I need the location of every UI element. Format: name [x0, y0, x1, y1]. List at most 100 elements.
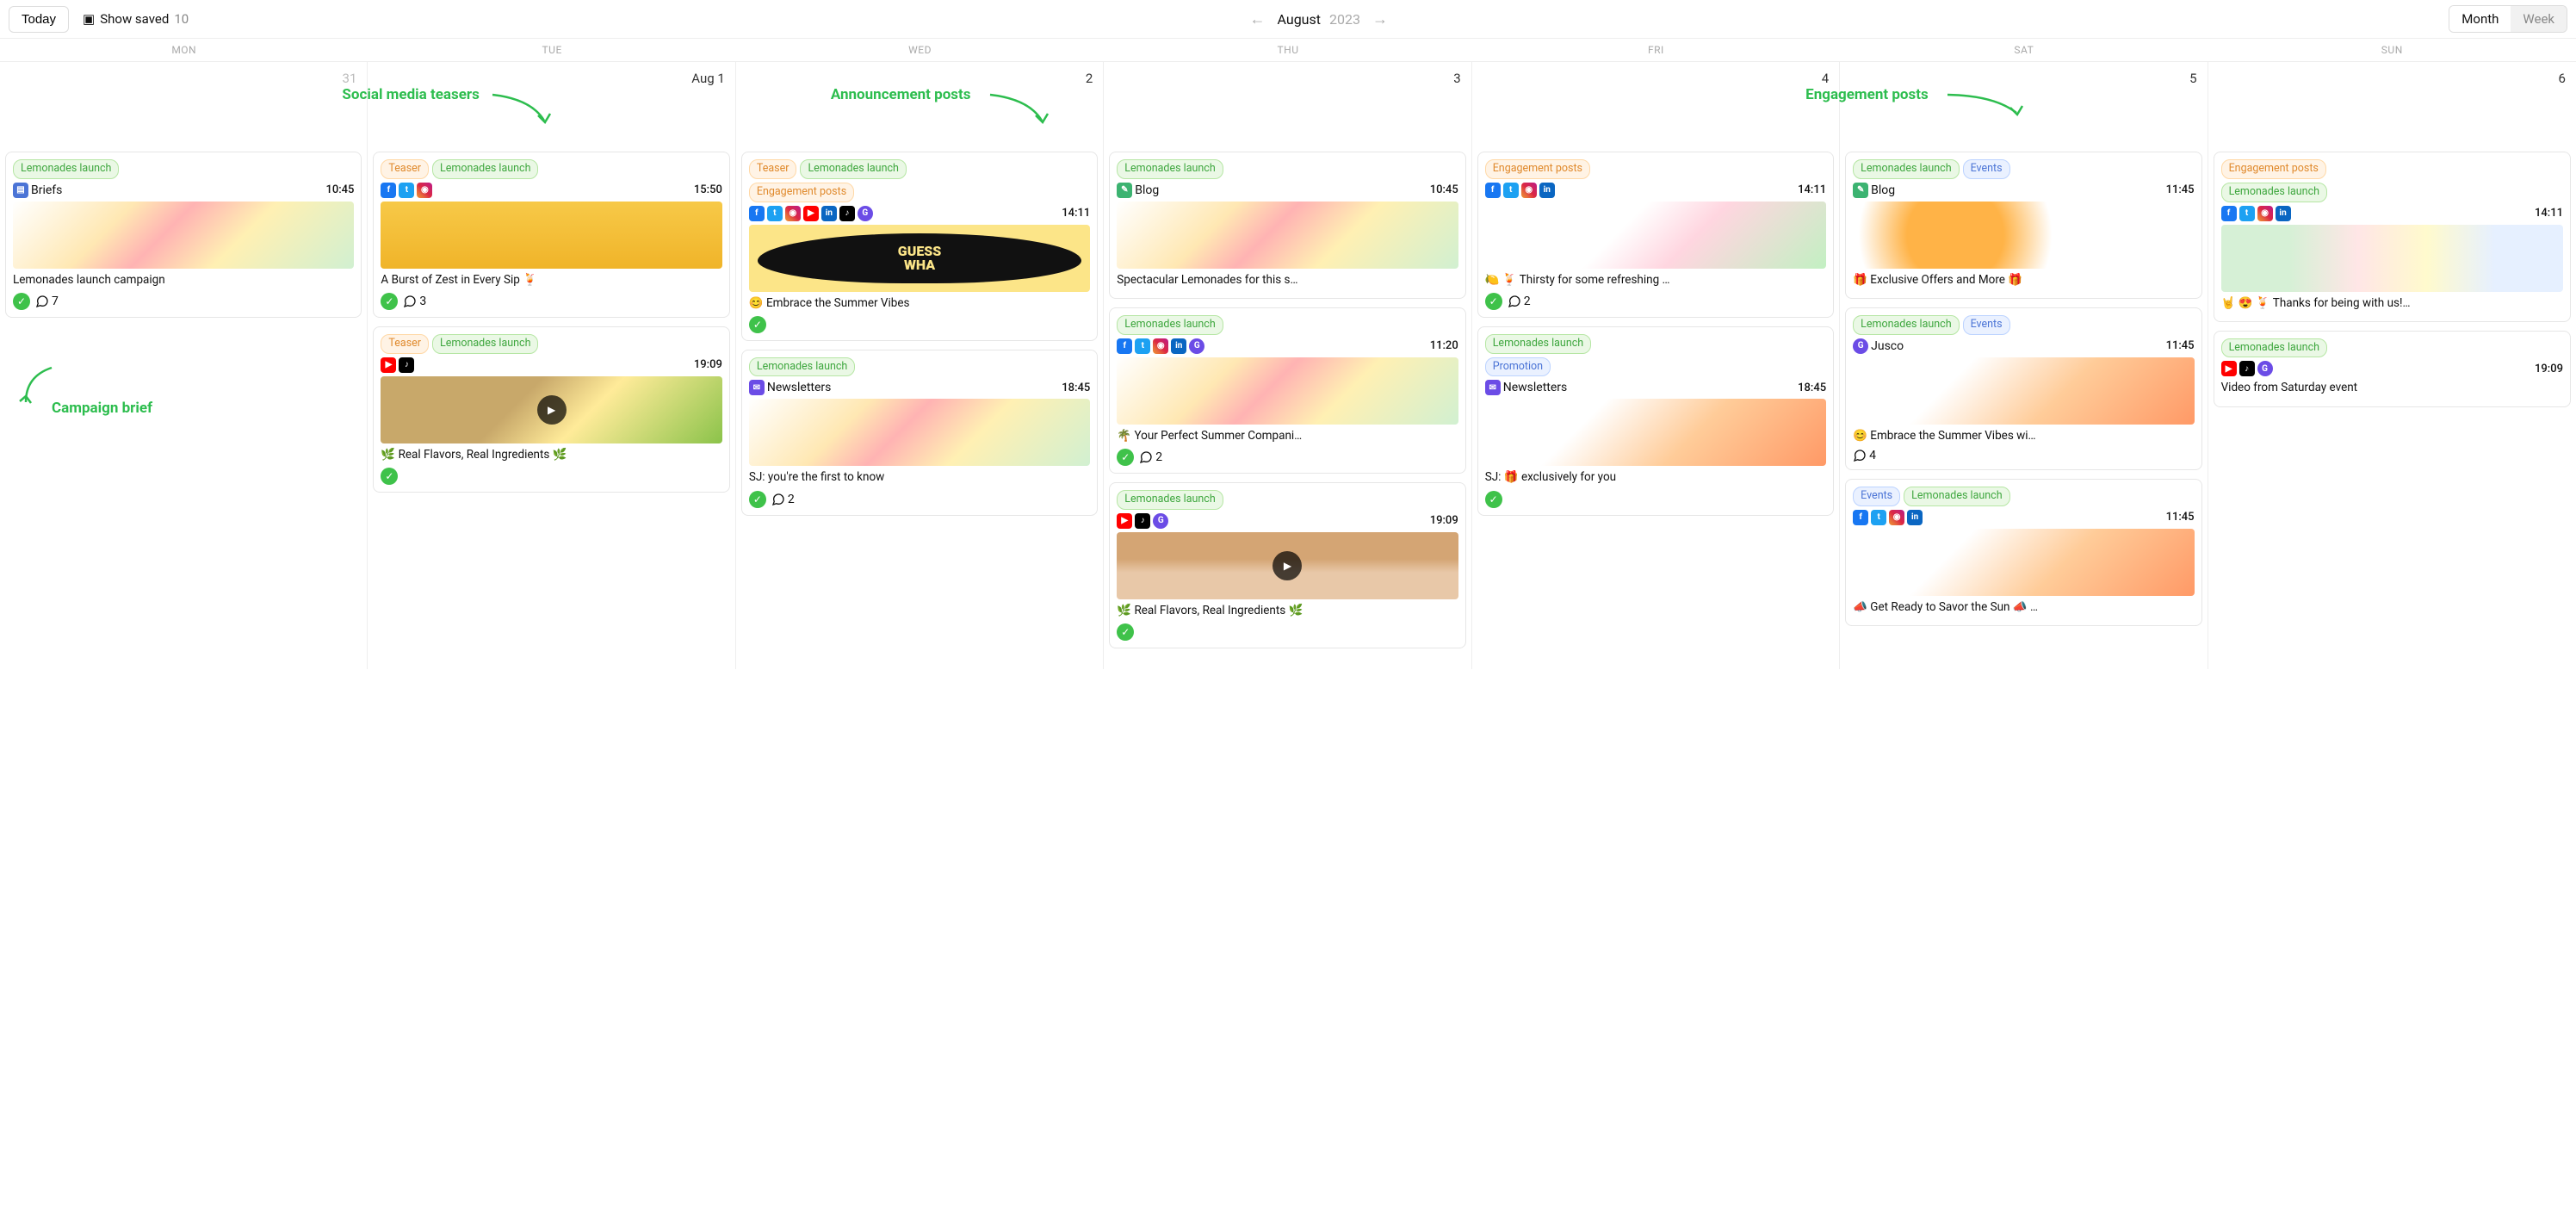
post-time: 14:11 — [2535, 207, 2563, 220]
facebook-icon: f — [1853, 510, 1868, 525]
planable-icon: G — [2257, 361, 2273, 376]
newsletter-icon: ✉ — [749, 380, 765, 395]
briefs-icon: ▤ — [13, 183, 28, 198]
weekday-mon: MON — [0, 39, 368, 61]
facebook-icon: f — [749, 206, 765, 221]
post-card[interactable]: Engagement posts f t ◉ in 14:11 🍋 🍹 Thir… — [1477, 152, 1834, 318]
post-time: 18:45 — [1798, 381, 1826, 394]
weekday-sun: SUN — [2208, 39, 2576, 61]
post-card[interactable]: Lemonades launch ▤Briefs 10:45 Lemonades… — [5, 152, 362, 318]
tag-campaign: Lemonades launch — [1853, 315, 1959, 335]
post-card[interactable]: Teaser Lemonades launch ▶ ♪ 19:09 ▶ 🌿 Re… — [373, 326, 729, 493]
status-check-icon: ✓ — [749, 491, 766, 508]
tag-teaser: Teaser — [381, 334, 429, 354]
tag-events: Events — [1853, 487, 1900, 506]
post-thumbnail — [381, 202, 721, 269]
comments-count[interactable]: 7 — [35, 295, 59, 308]
twitter-icon: t — [1871, 510, 1886, 525]
youtube-icon: ▶ — [1117, 513, 1132, 529]
day-col-aug1: Aug 1 Social media teasers Teaser Lemona… — [368, 62, 735, 669]
status-check-icon: ✓ — [1117, 449, 1134, 466]
tiktok-icon: ♪ — [2239, 361, 2255, 376]
comments-count[interactable]: 2 — [1139, 450, 1162, 464]
year-label: 2023 — [1329, 11, 1360, 28]
show-saved-label: Show saved — [100, 11, 169, 27]
post-card[interactable]: Teaser Lemonades launch f t ◉ 15:50 A Bu… — [373, 152, 729, 318]
comments-count[interactable]: 2 — [771, 493, 795, 506]
post-card[interactable]: Lemonades launch f t ◉ in G 11:20 🌴 Your… — [1109, 307, 1465, 474]
post-thumbnail — [1485, 202, 1826, 269]
tag-campaign: Lemonades launch — [749, 357, 855, 377]
view-week-tab[interactable]: Week — [2511, 6, 2567, 32]
post-time: 10:45 — [325, 183, 354, 196]
topbar: Today ▣ Show saved 10 ← August 2023 → Mo… — [0, 0, 2576, 38]
post-title: 🤘 😍 🍹 Thanks for being with us!… — [2221, 295, 2563, 311]
post-thumbnail — [1485, 399, 1826, 466]
twitter-icon: t — [399, 183, 414, 198]
post-title: 🎁 Exclusive Offers and More 🎁 — [1853, 272, 2194, 288]
blog-icon: ✎ — [1117, 183, 1132, 198]
post-title: 🌿 Real Flavors, Real Ingredients 🌿 — [381, 447, 721, 462]
today-button[interactable]: Today — [9, 6, 69, 33]
planable-icon: G — [1153, 513, 1168, 529]
post-card[interactable]: Lemonades launch Events ✎Blog 11:45 🎁 Ex… — [1845, 152, 2201, 299]
weekday-wed: WED — [736, 39, 1104, 61]
tag-campaign: Lemonades launch — [432, 334, 538, 354]
post-card[interactable]: Lemonades launch Events GJusco 11:45 😊 E… — [1845, 307, 2201, 470]
play-icon: ▶ — [537, 395, 567, 425]
post-card[interactable]: Teaser Lemonades launch Engagement posts… — [741, 152, 1098, 341]
tag-engagement: Engagement posts — [2221, 159, 2326, 179]
comments-count[interactable]: 3 — [403, 295, 426, 308]
post-card[interactable]: Lemonades launch ✉Newsletters 18:45 SJ: … — [741, 350, 1098, 516]
next-month-arrow[interactable]: → — [1369, 10, 1391, 28]
post-card[interactable]: Lemonades launch ✎Blog 10:45 Spectacular… — [1109, 152, 1465, 299]
facebook-icon: f — [2221, 206, 2237, 221]
post-thumbnail — [2221, 225, 2563, 292]
weekday-header: MON TUE WED THU FRI SAT SUN — [0, 38, 2576, 62]
post-card[interactable]: Engagement posts Lemonades launch f t ◉ … — [2214, 152, 2571, 322]
tag-campaign: Lemonades launch — [1117, 315, 1223, 335]
post-time: 11:45 — [2166, 511, 2195, 524]
twitter-icon: t — [1135, 338, 1150, 354]
post-thumbnail: ▶ — [1117, 532, 1458, 599]
post-card[interactable]: Lemonades launch Promotion ✉Newsletters … — [1477, 326, 1834, 516]
post-card[interactable]: Lemonades launch ▶ ♪ G 19:09 Video from … — [2214, 331, 2571, 407]
post-card[interactable]: Events Lemonades launch f t ◉ in 11:45 📣… — [1845, 479, 2201, 626]
twitter-icon: t — [767, 206, 783, 221]
blog-icon: ✎ — [1853, 183, 1868, 198]
channel-label: Newsletters — [767, 381, 832, 394]
tag-campaign: Lemonades launch — [432, 159, 538, 179]
show-saved-toggle[interactable]: ▣ Show saved 10 — [83, 11, 189, 27]
prev-month-arrow[interactable]: ← — [1247, 10, 1269, 28]
post-title: 🌴 Your Perfect Summer Compani… — [1117, 428, 1458, 443]
view-month-tab[interactable]: Month — [2449, 6, 2511, 32]
linkedin-icon: in — [1907, 510, 1923, 525]
newsletter-icon: ✉ — [1485, 380, 1501, 395]
post-time: 11:45 — [2166, 183, 2195, 196]
day-number: Aug 1 — [373, 67, 729, 93]
youtube-icon: ▶ — [381, 357, 396, 373]
facebook-icon: f — [1117, 338, 1132, 354]
day-number: 3 — [1109, 67, 1465, 93]
day-col-3: 3 Lemonades launch ✎Blog 10:45 Spectacul… — [1104, 62, 1471, 669]
post-thumbnail — [1117, 357, 1458, 425]
post-title: SJ: 🎁 exclusively for you — [1485, 469, 1826, 485]
tiktok-icon: ♪ — [839, 206, 855, 221]
weekday-sat: SAT — [1840, 39, 2208, 61]
post-time: 18:45 — [1062, 381, 1090, 394]
post-card[interactable]: Lemonades launch ▶ ♪ G 19:09 ▶ 🌿 Real Fl… — [1109, 482, 1465, 648]
post-thumbnail — [1853, 357, 2194, 425]
channel-label: Newsletters — [1503, 381, 1568, 394]
comments-count[interactable]: 2 — [1508, 295, 1531, 308]
status-check-icon: ✓ — [1485, 491, 1502, 508]
comments-count[interactable]: 4 — [1853, 449, 1876, 462]
tag-promotion: Promotion — [1485, 357, 1551, 377]
youtube-icon: ▶ — [2221, 361, 2237, 376]
post-title: Lemonades launch campaign — [13, 272, 354, 288]
weekday-tue: TUE — [368, 39, 735, 61]
instagram-icon: ◉ — [1889, 510, 1904, 525]
tiktok-icon: ♪ — [399, 357, 414, 373]
weekday-fri: FRI — [1472, 39, 1840, 61]
day-col-5: 5 Engagement posts Lemonades launch Even… — [1840, 62, 2208, 669]
post-thumbnail — [749, 399, 1090, 466]
